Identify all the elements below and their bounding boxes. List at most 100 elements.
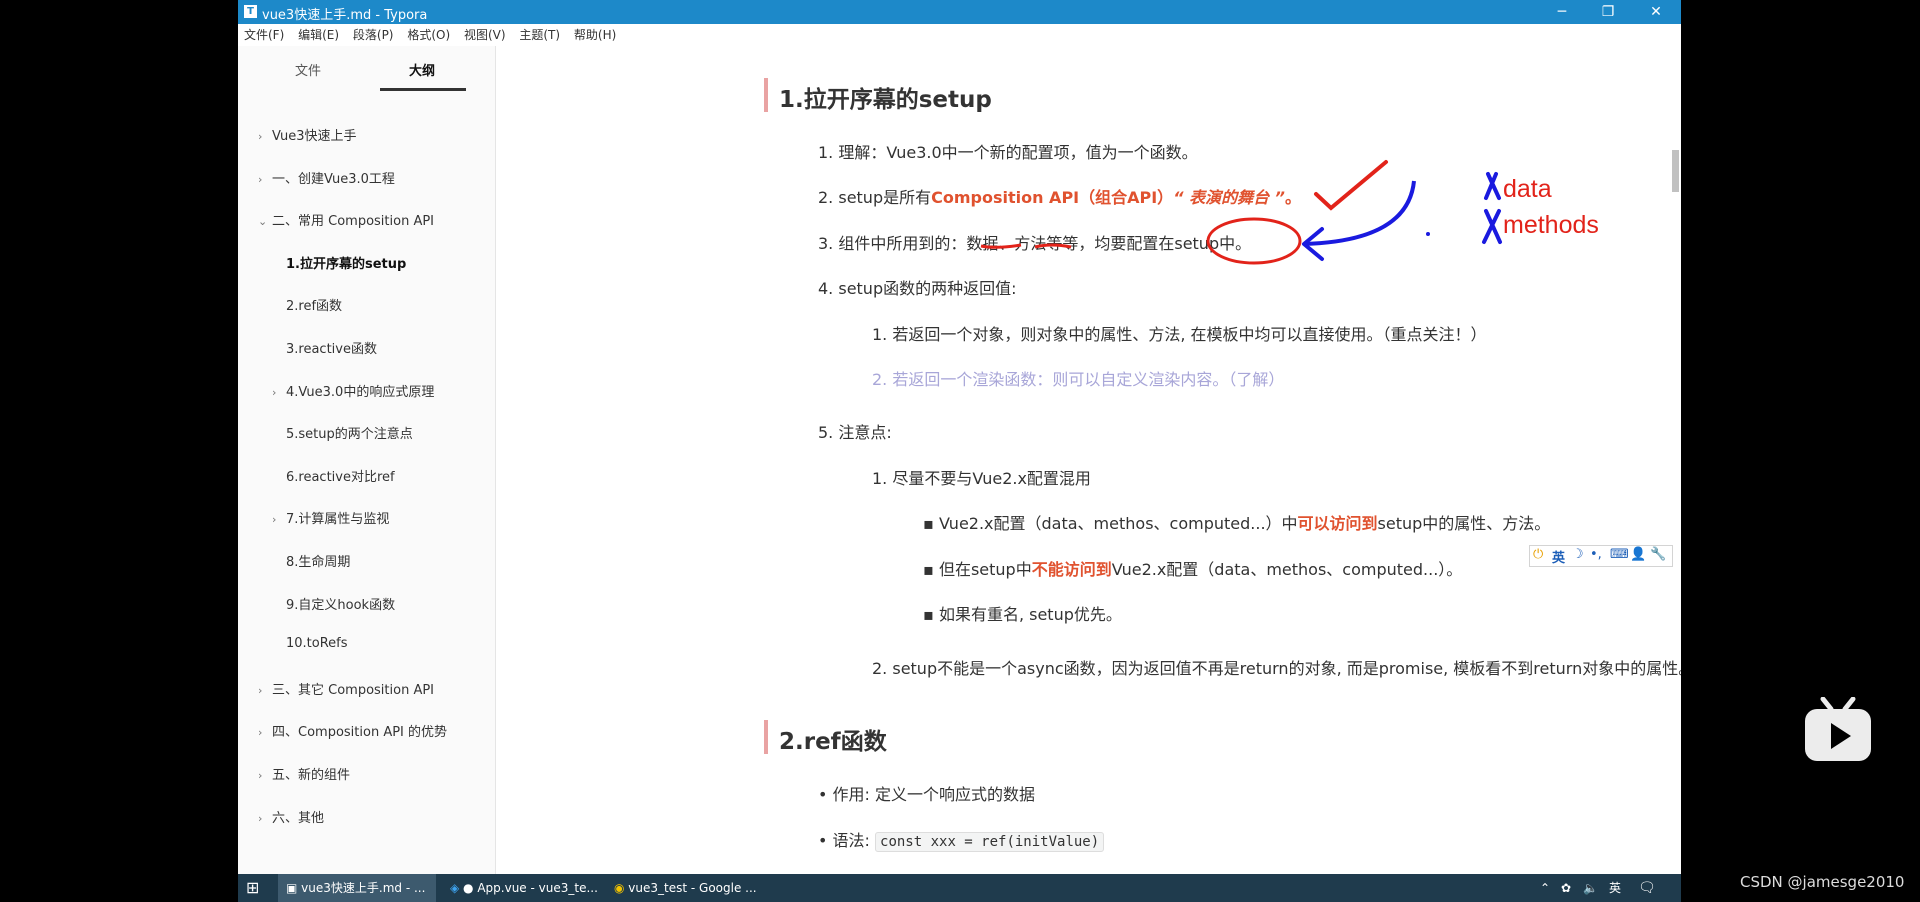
screen: T vue3快速上手.md - Typora ─ ❐ ✕ 文件(F) 编辑(E)… <box>238 0 1681 902</box>
outline-item[interactable]: › 4.Vue3.0中的响应式原理 <box>272 381 434 400</box>
x-mark-data <box>1484 172 1501 200</box>
outline-item-label: 一、创建Vue3.0工程 <box>272 171 395 187</box>
windows-start-icon[interactable]: ⊞ <box>246 874 259 902</box>
tray-lang[interactable]: 英 <box>1609 874 1621 902</box>
chevron-right-icon[interactable]: › <box>258 173 272 186</box>
taskbar-app-vscode[interactable]: ◈ ● App.vue - vue3_te... <box>444 874 600 902</box>
menu-edit[interactable]: 编辑(E) <box>298 24 339 46</box>
taskbar-app-chrome-label: vue3_test - Google ... <box>628 881 757 895</box>
menu-format[interactable]: 格式(O) <box>407 24 450 46</box>
tray-chevron-up-icon[interactable]: ⌃ <box>1540 874 1550 902</box>
outline-item-label: 四、Composition API 的优势 <box>272 725 448 741</box>
outline-item[interactable]: › 7.计算属性与监视 <box>272 508 389 527</box>
taskbar-app-vscode-label: ● App.vue - vue3_te... <box>463 881 598 895</box>
taskbar-app-chrome[interactable]: ◉ vue3_test - Google ... <box>608 874 764 902</box>
annotation-data-text: data <box>1503 175 1552 203</box>
menu-help[interactable]: 帮助(H) <box>574 24 616 46</box>
outline-item-label: 9.自定义hook函数 <box>286 597 396 613</box>
menu-paragraph[interactable]: 段落(P) <box>353 24 394 46</box>
typora-app-icon: T <box>244 5 257 18</box>
outline-item-label: 6.reactive对比ref <box>286 469 395 485</box>
ime-toolbar[interactable]: ⏻ 英 ☽ •, ⌨ 👤 🔧 <box>1529 545 1673 567</box>
chevron-down-icon[interactable]: ⌄ <box>258 215 272 228</box>
outline-item[interactable]: 8.生命周期 <box>272 551 350 570</box>
outline-item[interactable]: 9.自定义hook函数 <box>272 594 395 613</box>
chevron-right-icon[interactable]: › <box>258 130 272 143</box>
tray-volume-icon[interactable]: 🔈 <box>1583 874 1598 902</box>
outline-item-label: 1.拉开序幕的setup <box>286 256 407 272</box>
tab-outline[interactable]: 大纲 <box>409 60 435 79</box>
active-tab-indicator <box>380 88 466 91</box>
tab-files[interactable]: 文件 <box>295 60 321 79</box>
outline-item[interactable]: 10.toRefs <box>272 636 348 651</box>
keyboard-icon[interactable]: ⌨ <box>1610 547 1629 562</box>
outline-item-label: Vue3快速上手 <box>272 129 357 144</box>
outline-item[interactable]: › 四、Composition API 的优势 <box>258 721 447 740</box>
outline-item-label: 8.生命周期 <box>286 555 351 570</box>
restore-icon[interactable]: ❐ <box>1585 0 1631 24</box>
outline-item-label: 三、其它 Composition API <box>272 682 435 698</box>
chevron-right-icon[interactable]: › <box>272 513 286 526</box>
outline-item-label: 7.计算属性与监视 <box>286 512 390 528</box>
outline-item[interactable]: 6.reactive对比ref <box>272 466 395 485</box>
outline-item-label: 六、其他 <box>272 810 325 826</box>
outline-item[interactable]: ⌄ 二、常用 Composition API <box>258 210 434 229</box>
circle-setup-mark <box>1206 217 1302 265</box>
user-icon[interactable]: 👤 <box>1630 547 1646 562</box>
minimize-icon[interactable]: ─ <box>1539 0 1585 24</box>
outline-item-label: 10.toRefs <box>286 636 348 652</box>
outline-item[interactable]: 1.拉开序幕的setup <box>272 253 406 272</box>
outline-item[interactable]: 2.ref函数 <box>272 295 342 314</box>
chevron-right-icon[interactable]: › <box>258 769 272 782</box>
dot-mark <box>1426 232 1430 236</box>
chevron-right-icon[interactable]: › <box>258 684 272 697</box>
outline-item[interactable]: › Vue3快速上手 <box>258 125 357 144</box>
moon-icon[interactable]: ☽ <box>1572 547 1584 562</box>
x-mark-methods <box>1482 209 1502 244</box>
tray-network-icon[interactable]: ✿ <box>1561 874 1571 902</box>
checkmark-icon <box>1314 160 1388 211</box>
menu-theme[interactable]: 主题(T) <box>519 24 560 46</box>
window-title: vue3快速上手.md - Typora <box>262 8 428 23</box>
taskbar-app-typora-label: vue3快速上手.md - ... <box>301 881 426 895</box>
ime-logo-icon[interactable]: ⏻ <box>1533 547 1543 562</box>
taskbar: ⊞ ▣ vue3快速上手.md - ... ◈ ● App.vue - vue3… <box>238 874 1681 902</box>
taskbar-app-typora[interactable]: ▣ vue3快速上手.md - ... <box>278 874 436 902</box>
menu-view[interactable]: 视图(V) <box>464 24 506 46</box>
notification-icon[interactable]: 🗨 <box>1638 874 1656 902</box>
outline-item[interactable]: › 三、其它 Composition API <box>258 679 434 698</box>
outline-item-label: 3.reactive函数 <box>286 342 377 357</box>
punctuation-icon[interactable]: •, <box>1590 547 1602 562</box>
outline-item-label: 二、常用 Composition API <box>272 214 435 230</box>
annotation-overlay: data methods <box>980 160 1599 265</box>
chevron-right-icon[interactable]: › <box>258 812 272 825</box>
outline-item-label: 五、新的组件 <box>272 768 351 783</box>
outline-item-label: 4.Vue3.0中的响应式原理 <box>286 384 435 400</box>
vscode-icon: ◈ <box>450 881 464 895</box>
chevron-right-icon[interactable]: › <box>258 726 272 739</box>
outline-item[interactable]: › 六、其他 <box>258 807 324 826</box>
menu-file[interactable]: 文件(F) <box>244 24 284 46</box>
menu-bar: 文件(F) 编辑(E) 段落(P) 格式(O) 视图(V) 主题(T) 帮助(H… <box>238 24 1681 46</box>
sidebar: 文件 大纲 › Vue3快速上手 › 一、创建Vue3.0工程 ⌄ 二、常用 Compos… <box>238 46 496 874</box>
ime-lang[interactable]: 英 <box>1552 547 1565 566</box>
annotation-methods-text: methods <box>1503 211 1599 239</box>
outline-item-label: 5.setup的两个注意点 <box>286 427 413 443</box>
close-icon[interactable]: ✕ <box>1633 0 1679 24</box>
underline-methods-mark <box>1034 243 1072 249</box>
outline-item[interactable]: 3.reactive函数 <box>272 338 377 357</box>
video-play-icon[interactable] <box>1803 697 1873 763</box>
outline-item[interactable]: › 一、创建Vue3.0工程 <box>258 168 395 187</box>
editor[interactable]: 1.拉开序幕的setup 1. 理解：Vue3.0中一个新的配置项，值为一个函数… <box>496 46 1681 874</box>
outline-item-label: 2.ref函数 <box>286 299 343 315</box>
title-bar: T vue3快速上手.md - Typora ─ ❐ ✕ <box>238 0 1681 24</box>
outline-item[interactable]: 5.setup的两个注意点 <box>272 423 413 442</box>
chrome-icon: ◉ <box>614 881 629 895</box>
chevron-right-icon[interactable]: › <box>272 386 286 399</box>
wrench-icon[interactable]: 🔧 <box>1650 547 1666 562</box>
underline-data-mark <box>980 243 1022 249</box>
typora-taskbar-icon: ▣ <box>286 881 302 895</box>
editor-scrollbar-thumb[interactable] <box>1672 150 1679 192</box>
arrow-mark <box>1303 180 1416 246</box>
outline-item[interactable]: › 五、新的组件 <box>258 764 350 783</box>
